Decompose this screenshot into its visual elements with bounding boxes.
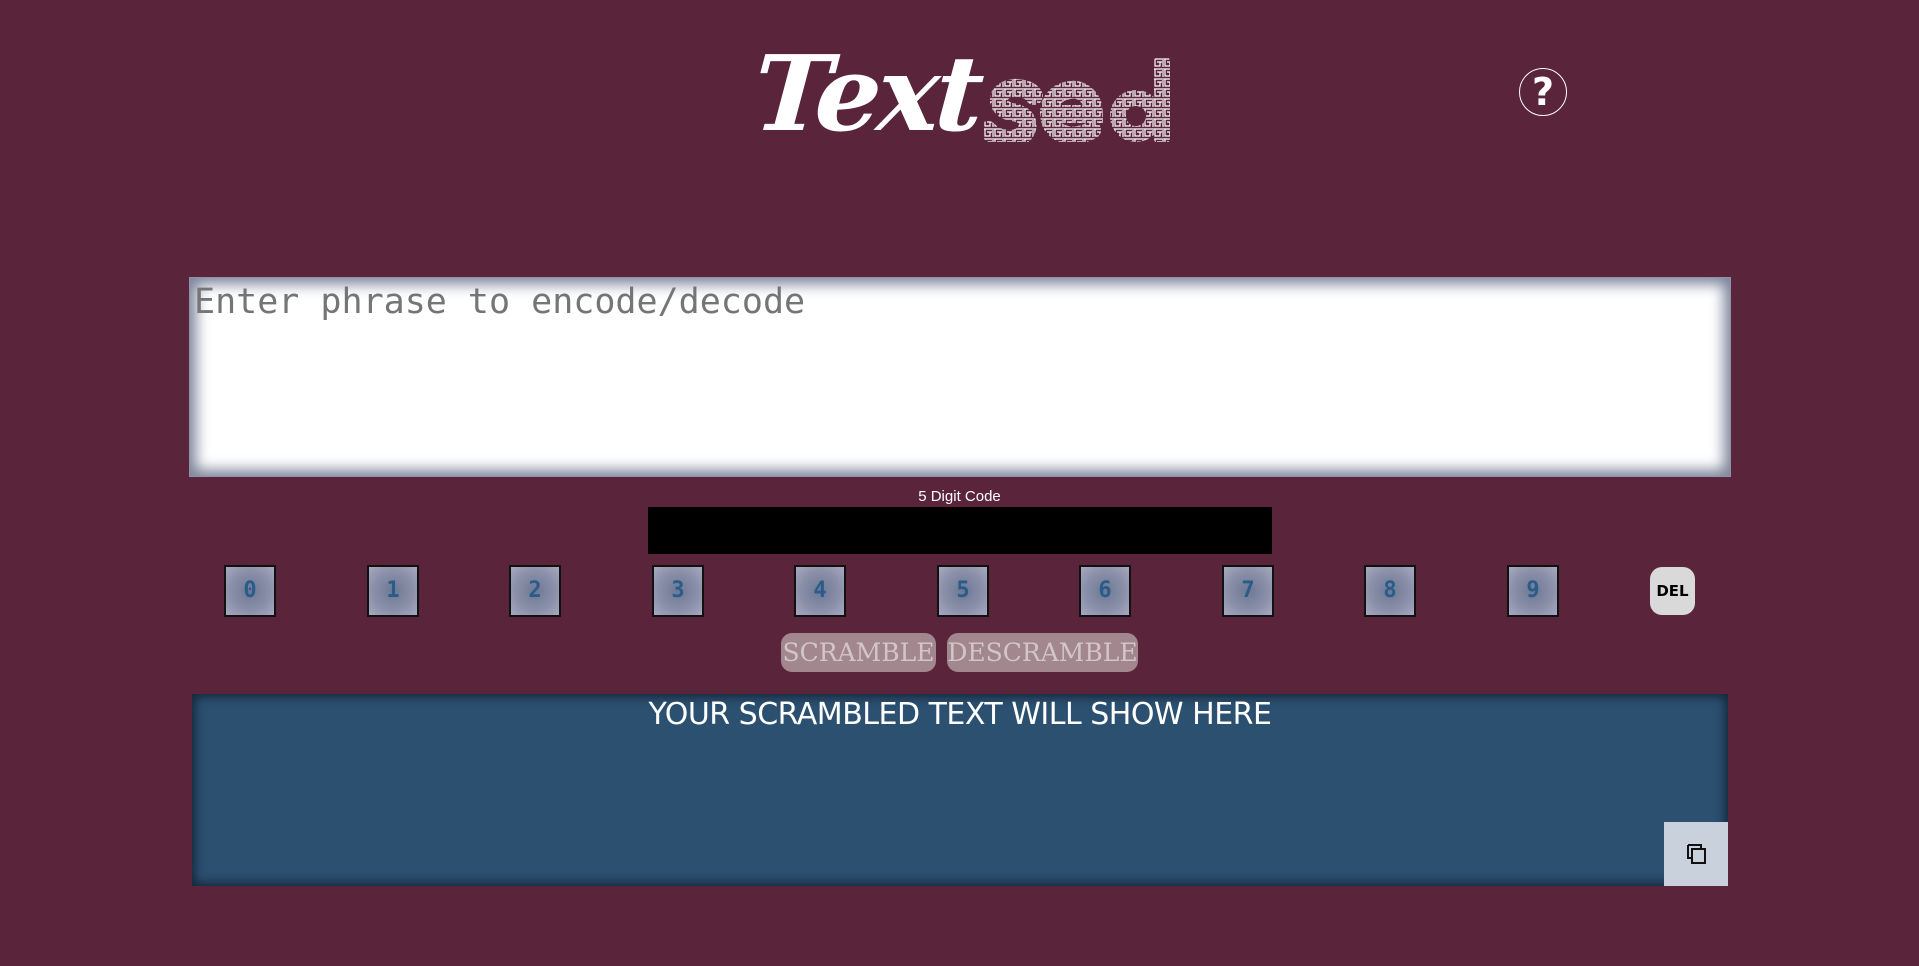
digit-button-1[interactable]: 1 [367, 565, 419, 617]
output-panel: YOUR SCRAMBLED TEXT WILL SHOW HERE [192, 694, 1728, 886]
digit-button-7[interactable]: 7 [1222, 565, 1274, 617]
digit-button-2[interactable]: 2 [509, 565, 561, 617]
digit-button-6[interactable]: 6 [1079, 565, 1131, 617]
copy-button[interactable] [1664, 822, 1728, 886]
digit-button-8[interactable]: 8 [1364, 565, 1416, 617]
app-logo: Text [750, 32, 1184, 155]
delete-button[interactable]: DEL [1650, 567, 1695, 615]
phrase-input[interactable] [189, 277, 1731, 477]
digit-button-4[interactable]: 4 [794, 565, 846, 617]
page: Text ? 5 Digit Code 0 1 2 3 4 5 6 7 8 9 … [0, 0, 1919, 966]
help-button[interactable]: ? [1519, 68, 1567, 116]
output-text: YOUR SCRAMBLED TEXT WILL SHOW HERE [648, 697, 1272, 732]
logo-text: Text [749, 32, 985, 155]
digit-button-3[interactable]: 3 [652, 565, 704, 617]
digit-button-5[interactable]: 5 [937, 565, 989, 617]
digit-button-0[interactable]: 0 [224, 565, 276, 617]
digit-button-9[interactable]: 9 [1507, 565, 1559, 617]
descramble-button[interactable]: DESCRAMBLE [947, 633, 1138, 672]
code-display [648, 507, 1272, 554]
copy-icon [1687, 844, 1706, 864]
scramble-button[interactable]: SCRAMBLE [781, 633, 936, 672]
logo-maze-lettering [983, 58, 1170, 142]
code-label: 5 Digit Code [918, 488, 1001, 505]
